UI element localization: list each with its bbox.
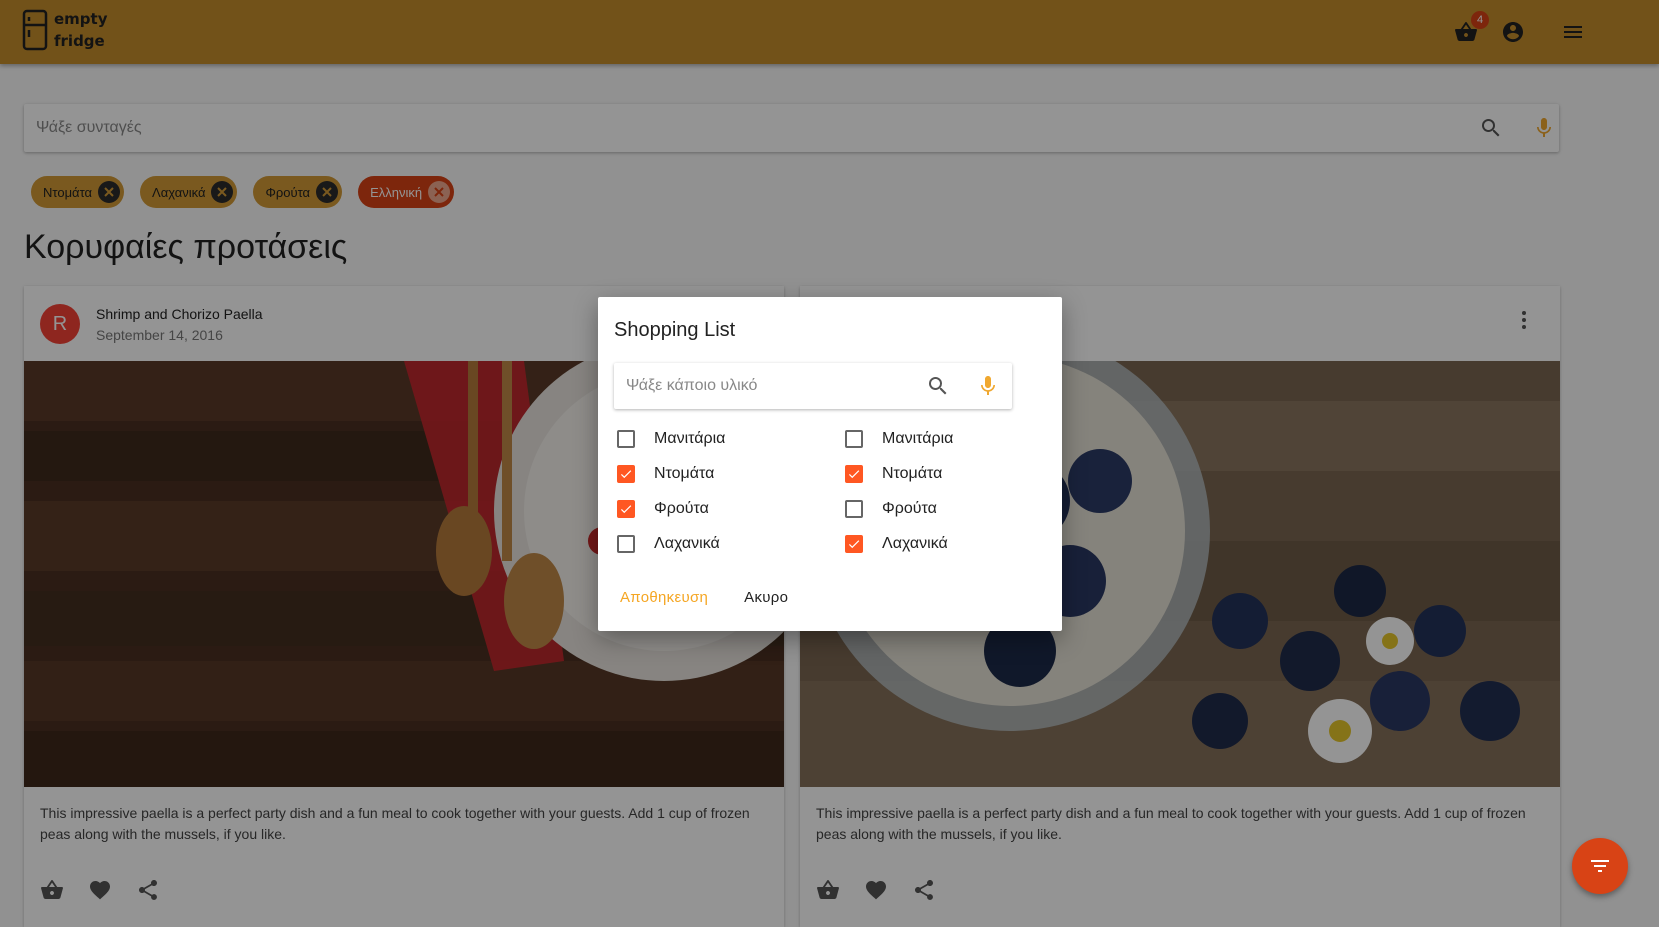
filter-icon <box>1591 860 1609 872</box>
filter-fab-button[interactable] <box>1572 838 1628 894</box>
ingredient-voice-button[interactable] <box>976 374 1000 398</box>
checkbox[interactable] <box>845 464 863 483</box>
ingredient-search-bar <box>614 363 1012 409</box>
microphone-icon <box>981 376 995 395</box>
cancel-button[interactable]: Ακυρο <box>730 581 802 614</box>
ingredient-search-button[interactable] <box>926 374 950 398</box>
checkbox[interactable] <box>617 464 635 483</box>
dialog-title: Shopping List <box>614 319 736 341</box>
checkbox-label: Φρούτα <box>654 499 709 517</box>
checkbox-label: Ντομάτα <box>882 464 943 482</box>
checkbox[interactable] <box>845 534 863 553</box>
checkbox-item[interactable]: Ντομάτα <box>614 456 725 491</box>
checkbox-item[interactable]: Μανιτάρια <box>614 421 725 456</box>
checkbox[interactable] <box>845 429 863 448</box>
checkbox-item[interactable]: Φρούτα <box>614 491 725 526</box>
checkbox-label: Μανιτάρια <box>654 429 726 447</box>
search-icon <box>929 377 947 395</box>
checkbox[interactable] <box>617 534 635 553</box>
ingredient-search-input[interactable] <box>626 375 916 397</box>
checkbox[interactable] <box>845 499 863 518</box>
shopping-list-dialog: Shopping List Μανιτάρια Ντομάτα Φρούτα Λ… <box>598 297 1062 631</box>
checkbox[interactable] <box>617 499 635 518</box>
ingredient-list-right: Μανιτάρια Ντομάτα Φρούτα Λαχανικά <box>842 421 953 561</box>
checkbox-label: Φρούτα <box>882 499 937 517</box>
checkbox-item[interactable]: Μανιτάρια <box>842 421 953 456</box>
checkbox-label: Λαχανικά <box>654 534 720 552</box>
checkbox-item[interactable]: Ντομάτα <box>842 456 953 491</box>
save-button[interactable]: Αποθηκευση <box>606 581 722 614</box>
checkbox-label: Λαχανικά <box>882 534 948 552</box>
checkbox-item[interactable]: Λαχανικά <box>842 526 953 561</box>
checkbox-item[interactable]: Λαχανικά <box>614 526 725 561</box>
page: empty fridge 4 Ντομάτα <box>0 0 1659 927</box>
checkbox[interactable] <box>617 429 635 448</box>
ingredient-list-left: Μανιτάρια Ντομάτα Φρούτα Λαχανικά <box>614 421 725 561</box>
checkbox-item[interactable]: Φρούτα <box>842 491 953 526</box>
checkbox-label: Ντομάτα <box>654 464 715 482</box>
dialog-actions: Αποθηκευση Ακυρο <box>606 581 802 614</box>
checkbox-label: Μανιτάρια <box>882 429 954 447</box>
